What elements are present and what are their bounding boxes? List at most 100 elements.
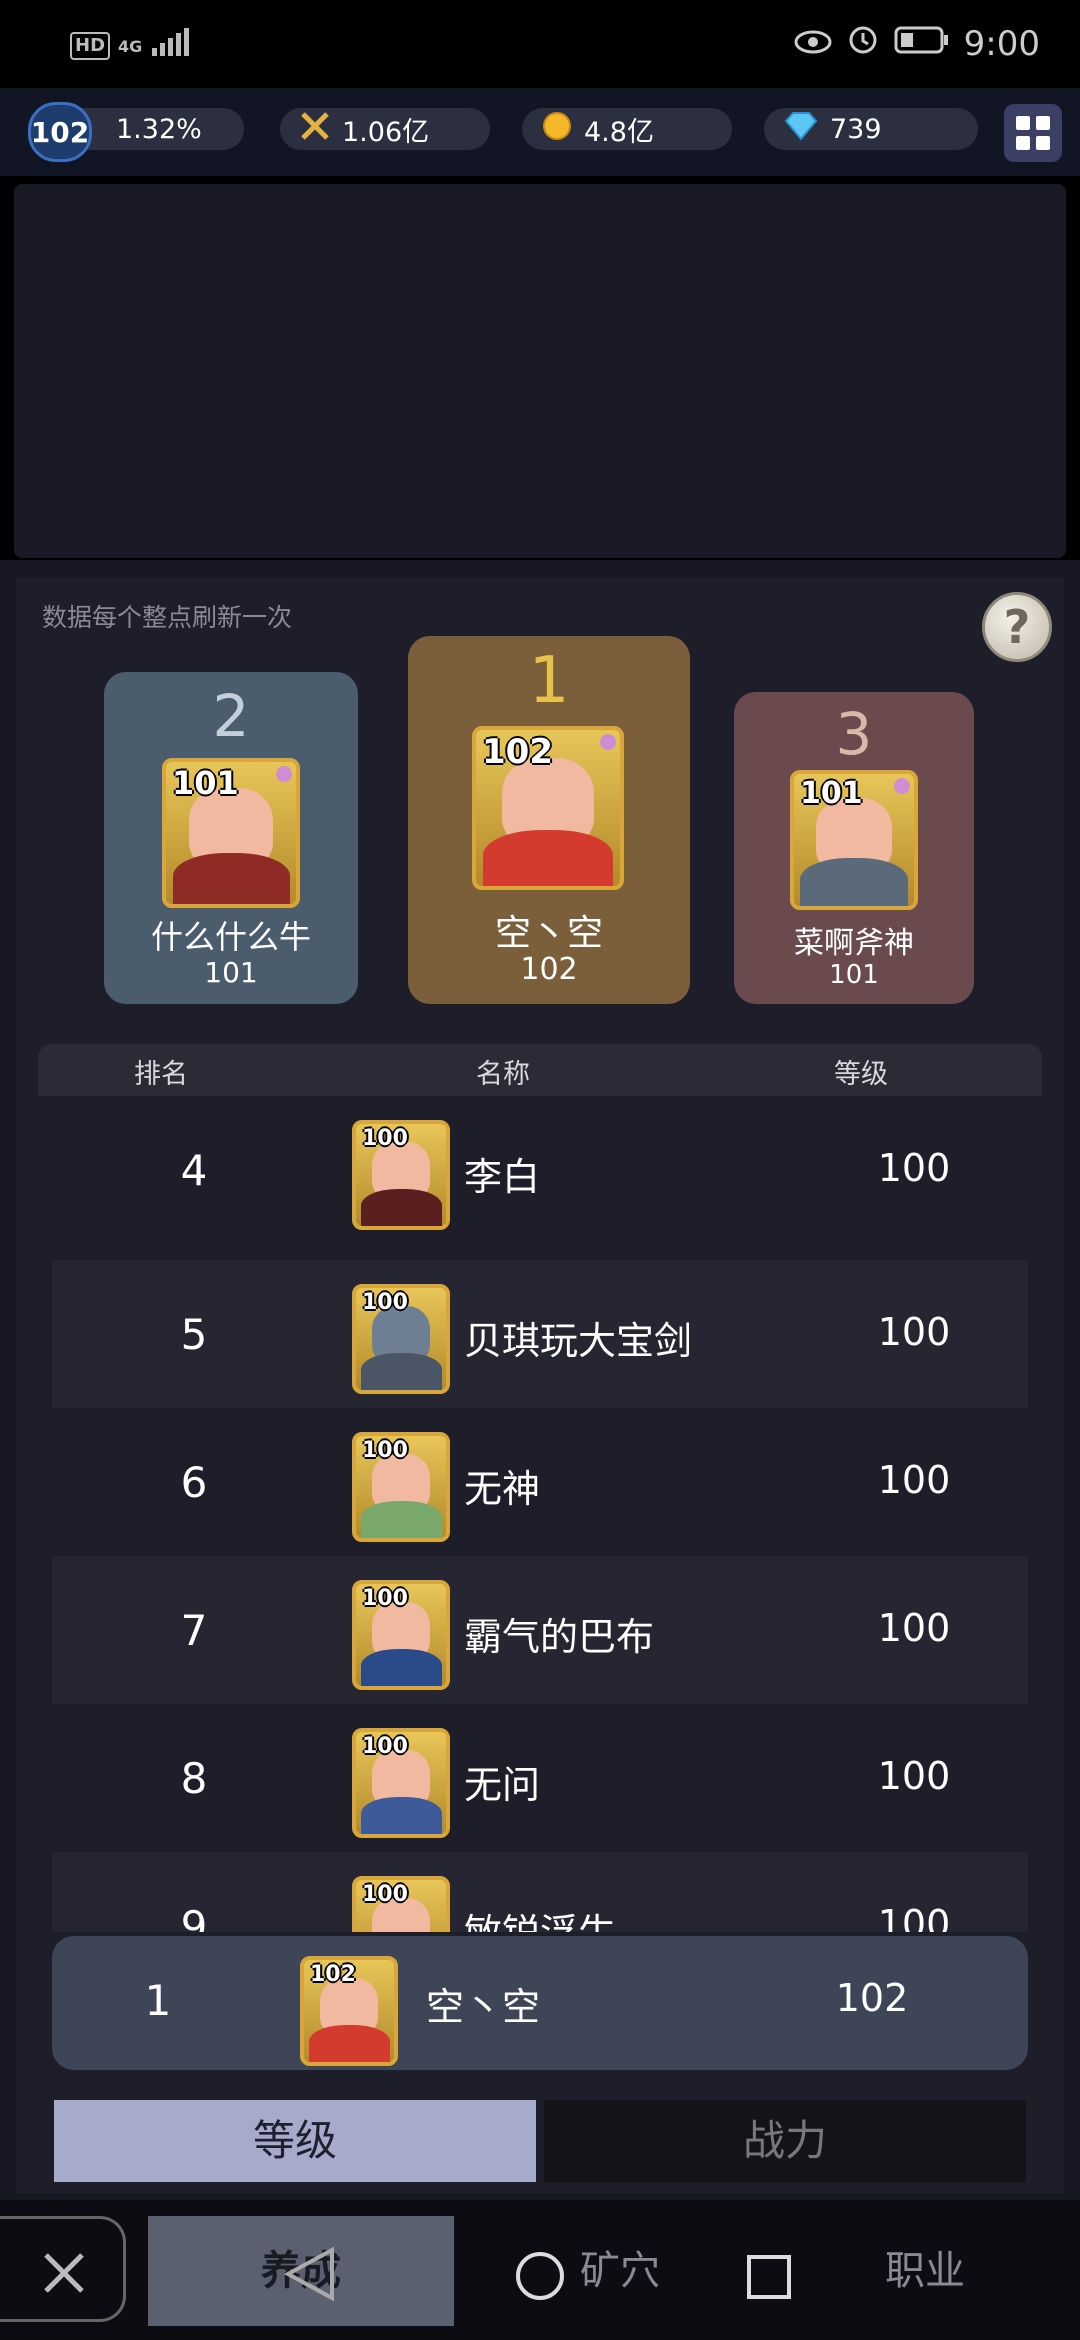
recents-icon[interactable] bbox=[746, 2254, 792, 2304]
row-level: 100 bbox=[877, 1310, 951, 1354]
column-rank: 排名 bbox=[134, 1059, 188, 1090]
tab-level[interactable]: 等级 bbox=[54, 2100, 536, 2182]
portrait-body bbox=[360, 1189, 442, 1226]
level-badge: 100 bbox=[362, 1882, 408, 1907]
portrait-body bbox=[483, 829, 613, 886]
table-row[interactable]: 7 100 霸气的巴布 100 bbox=[52, 1556, 1028, 1704]
avatar: 100 bbox=[352, 1876, 450, 1932]
power-pill[interactable]: 1.06亿 bbox=[280, 108, 490, 150]
row-rank: 7 bbox=[180, 1606, 208, 1655]
avatar: 100 bbox=[352, 1728, 450, 1838]
avatar: 100 bbox=[352, 1432, 450, 1542]
row-name: 霸气的巴布 bbox=[464, 1615, 655, 1659]
podium-third[interactable]: 3 101 菜啊斧神 101 bbox=[734, 692, 974, 1004]
portrait-body bbox=[360, 1649, 442, 1686]
level-badge: 100 bbox=[362, 1126, 408, 1151]
row-rank: 8 bbox=[180, 1754, 208, 1803]
gold-coin-icon bbox=[542, 111, 572, 148]
podium-name: 空丶空 bbox=[494, 913, 603, 954]
avatar: 100 bbox=[352, 1120, 450, 1230]
row-rank: 4 bbox=[180, 1146, 208, 1195]
podium-level: 102 bbox=[520, 952, 578, 987]
row-level: 100 bbox=[877, 1146, 951, 1190]
level-badge: 101 bbox=[172, 764, 239, 802]
table-header: 排名 名称 等级 bbox=[38, 1044, 1042, 1096]
portrait-body bbox=[360, 1501, 442, 1538]
network-label: 4G bbox=[118, 36, 143, 56]
row-level: 100 bbox=[877, 1754, 951, 1798]
row-rank: 9 bbox=[180, 1902, 208, 1932]
row-name: 敏锐浮生 bbox=[464, 1902, 616, 1932]
my-rank: 1 bbox=[144, 1976, 172, 2025]
portrait-body bbox=[800, 858, 908, 906]
podium-second[interactable]: 2 101 什么什么牛 101 bbox=[104, 672, 358, 1004]
table-row[interactable]: 6 100 无神 100 bbox=[52, 1408, 1028, 1556]
level-badge: 100 bbox=[362, 1734, 408, 1759]
row-level: 100 bbox=[877, 1902, 951, 1932]
portrait-body bbox=[360, 1797, 442, 1834]
podium-rank: 1 bbox=[528, 644, 570, 718]
row-level: 100 bbox=[877, 1458, 951, 1502]
gold-pill[interactable]: 4.8亿 bbox=[522, 108, 732, 150]
gem-icon bbox=[276, 766, 292, 782]
row-rank: 6 bbox=[180, 1458, 208, 1507]
battery-icon bbox=[894, 24, 950, 64]
help-button[interactable]: ? bbox=[982, 592, 1052, 662]
eye-icon bbox=[794, 24, 832, 64]
signal-icon bbox=[150, 28, 190, 64]
podium-level: 101 bbox=[829, 960, 879, 990]
alarm-icon bbox=[846, 22, 880, 65]
level-badge: 100 bbox=[362, 1438, 408, 1463]
my-level: 102 bbox=[835, 1976, 909, 2020]
grid-menu-icon[interactable] bbox=[1004, 104, 1062, 162]
system-status: 9:00 bbox=[794, 22, 1040, 65]
hd-badge: HD bbox=[70, 32, 111, 60]
podium-name: 什么什么牛 bbox=[150, 918, 311, 956]
resource-bar: 1.32% 102 1.06亿 4.8亿 739 bbox=[0, 88, 1080, 176]
column-level: 等级 bbox=[834, 1059, 888, 1090]
row-rank: 5 bbox=[180, 1310, 208, 1359]
ranking-list[interactable]: 4 100 李白 100 5 100 贝琪玩大宝剑 100 6 100 无神 1… bbox=[38, 1096, 1042, 1932]
exp-percent: 1.32% bbox=[116, 113, 202, 145]
row-name: 贝琪玩大宝剑 bbox=[464, 1319, 693, 1363]
portrait-body bbox=[360, 1353, 442, 1390]
level-badge: 100 bbox=[362, 1290, 408, 1315]
podium-first[interactable]: 1 102 空丶空 102 bbox=[408, 636, 690, 1004]
top-empty-panel bbox=[14, 184, 1066, 558]
nav-career[interactable]: 职业 bbox=[780, 2216, 1070, 2326]
my-rank-row[interactable]: 1 102 空丶空 102 bbox=[52, 1936, 1028, 2070]
podium-name: 菜啊斧神 bbox=[794, 926, 914, 961]
clock-time: 9:00 bbox=[963, 23, 1040, 64]
avatar: 102 bbox=[300, 1956, 398, 2066]
player-level-badge[interactable]: 102 bbox=[28, 102, 92, 162]
tab-power[interactable]: 战力 bbox=[544, 2100, 1026, 2182]
diamond-icon bbox=[784, 111, 818, 148]
home-icon[interactable] bbox=[514, 2250, 566, 2306]
portrait-body bbox=[308, 2025, 390, 2062]
gem-icon bbox=[600, 734, 616, 750]
column-name: 名称 bbox=[476, 1059, 530, 1090]
podium-rank: 3 bbox=[835, 700, 873, 768]
table-row[interactable]: 5 100 贝琪玩大宝剑 100 bbox=[52, 1260, 1028, 1408]
diamond-value: 739 bbox=[830, 113, 882, 145]
level-badge: 100 bbox=[362, 1586, 408, 1611]
row-level: 100 bbox=[877, 1606, 951, 1650]
row-name: 无问 bbox=[464, 1763, 541, 1807]
back-icon[interactable] bbox=[280, 2244, 340, 2308]
table-row[interactable]: 9 100 敏锐浮生 100 bbox=[52, 1852, 1028, 1932]
avatar: 101 bbox=[162, 758, 300, 908]
podium-level: 101 bbox=[204, 956, 258, 989]
close-button[interactable] bbox=[0, 2216, 126, 2322]
row-name: 李白 bbox=[464, 1155, 541, 1199]
table-row[interactable]: 8 100 无问 100 bbox=[52, 1704, 1028, 1852]
my-name: 空丶空 bbox=[426, 1985, 541, 2029]
crossed-swords-icon bbox=[300, 111, 330, 148]
signal-indicators: HD 4G bbox=[70, 28, 190, 64]
diamond-pill[interactable]: 739 bbox=[764, 108, 978, 150]
table-row[interactable]: 4 100 李白 100 bbox=[52, 1096, 1028, 1244]
refresh-note: 数据每个整点刷新一次 bbox=[42, 603, 293, 632]
avatar: 100 bbox=[352, 1580, 450, 1690]
row-name: 无神 bbox=[464, 1467, 541, 1511]
level-badge: 102 bbox=[482, 732, 553, 772]
level-badge: 102 bbox=[310, 1962, 356, 1987]
